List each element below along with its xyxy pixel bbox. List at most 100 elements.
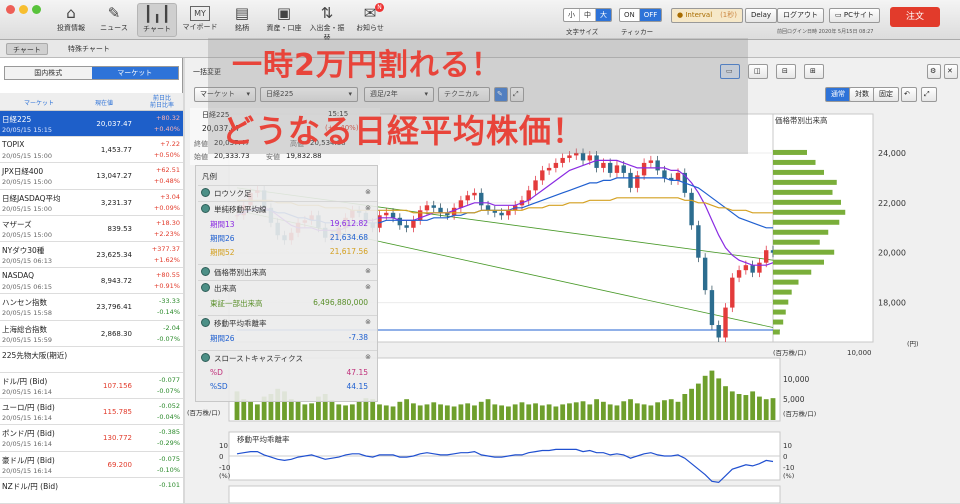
volume-bar	[695, 383, 701, 420]
market-row[interactable]: NYダウ30種 20/05/15 06:13 23,625.34 +377.37 +1.…	[0, 242, 183, 269]
candle-body	[601, 162, 606, 168]
toolbar-stock-button[interactable]: ▤ 銘柄	[222, 3, 262, 37]
visibility-icon[interactable]	[201, 267, 210, 276]
market-row-price: 2,868.30	[100, 329, 132, 338]
order-button[interactable]: 注文	[890, 7, 940, 27]
legend-item-candles[interactable]: ロウソク足 ⊗	[198, 185, 377, 198]
market-row[interactable]: 豪ドル/円 (Bid) 20/05/15 16:14 69.200 -0.075 -0.…	[0, 451, 183, 478]
visibility-icon[interactable]	[201, 318, 210, 327]
deviation-tick-label: 0	[219, 453, 223, 461]
market-row-change: -2.04	[163, 323, 180, 332]
volume-bar	[336, 404, 342, 420]
ticker-on[interactable]: ON	[620, 9, 640, 21]
close-icon[interactable]: ⊗	[365, 318, 371, 326]
tab-special-chart[interactable]: 特殊チャート	[62, 43, 116, 55]
tab-chart[interactable]: チャート	[6, 43, 48, 55]
market-row[interactable]: 日経JASDAQ平均 20/05/15 15:00 3,231.37 +3.04 +0.…	[0, 189, 183, 216]
legend-key: 期間26	[210, 334, 235, 343]
toolbar-invest-info-button[interactable]: ⌂ 投資情報	[51, 3, 91, 37]
market-row-percent: +0.48%	[153, 177, 180, 186]
market-row[interactable]: NASDAQ 20/05/15 06:15 8,943.72 +80.55 +0.91%	[0, 268, 183, 295]
volume-profile-bar	[773, 159, 816, 165]
candle-body	[397, 217, 403, 226]
legend-item-deviation[interactable]: 移動平均乖離率 ⊗	[198, 315, 377, 328]
market-row[interactable]: ポンド/円 (Bid) 20/05/15 16:14 130.772 -0.385 -0…	[0, 425, 183, 452]
candle-body	[675, 172, 681, 181]
toolbar-button-label: マイボード	[182, 23, 218, 31]
volume-bar	[587, 404, 593, 420]
tab-domestic-stock[interactable]: 国内株式	[5, 67, 92, 79]
visibility-icon[interactable]	[201, 188, 210, 197]
candle-body	[709, 290, 715, 326]
market-row[interactable]: ドル/円 (Bid) 20/05/15 16:14 107.156 -0.077 -0.…	[0, 373, 183, 400]
volume-bar	[356, 401, 362, 420]
candle-body	[384, 212, 389, 216]
font-size-medium[interactable]: 中	[580, 9, 596, 21]
market-row[interactable]: TOPIX 20/05/15 15:00 1,453.77 +7.22 +0.50%	[0, 137, 183, 164]
delay-button[interactable]: Delay	[745, 8, 778, 23]
app-toolbar: ⌂ 投資情報 ✎ ニュース ┃╻┃ チャート MY マイボード ▤ 銘柄 ▣ 資…	[0, 0, 960, 42]
headline-line2: どうなる日経平均株価！	[222, 112, 586, 150]
candle-body	[560, 157, 565, 163]
market-row[interactable]: JPX日経400 20/05/15 15:00 13,047.27 +62.51 +0.…	[0, 163, 183, 190]
minimize-window-button[interactable]	[19, 5, 28, 14]
close-icon[interactable]: ⊗	[365, 283, 371, 291]
candle-body	[662, 170, 667, 178]
volume-bar	[546, 404, 552, 420]
close-icon[interactable]: ⊗	[365, 267, 371, 275]
toolbar-notice-button[interactable]: ✉ N お知らせ	[350, 3, 390, 37]
legend-item-sma[interactable]: 単純移動平均線 ⊗	[198, 201, 377, 214]
toolbar-chart-button[interactable]: ┃╻┃ チャート	[137, 3, 177, 37]
font-size-small[interactable]: 小	[564, 9, 580, 21]
market-row[interactable]: ユーロ/円 (Bid) 20/05/15 16:14 115.785 -0.052 -0…	[0, 399, 183, 426]
volume-bar	[689, 388, 694, 420]
legend-item-volume-profile[interactable]: 価格帯別出来高 ⊗	[198, 264, 377, 277]
zoom-window-button[interactable]	[32, 5, 41, 14]
ticker-off[interactable]: OFF	[639, 9, 662, 21]
volume-profile-bar	[773, 149, 807, 155]
legend-panel: 凡例 ロウソク足 ⊗ 単純移動平均線 ⊗ 期間13 19,612.82 期間26 21,…	[195, 165, 378, 402]
visibility-icon[interactable]	[201, 353, 210, 362]
toolbar-transfer-button[interactable]: ⇅ 入出金・振替	[307, 3, 347, 42]
market-row[interactable]: ハンセン指数 20/05/15 15:58 23,796.41 -33.33 -0.14…	[0, 294, 183, 321]
volume-profile-unit: (百万株/口)	[773, 348, 806, 357]
market-row[interactable]: 日経225 20/05/15 15:15 20,037.47 +80.32 +0.40%	[0, 111, 183, 138]
visibility-icon[interactable]	[201, 204, 210, 213]
chart-icon: ┃╻┃	[143, 5, 171, 23]
market-row[interactable]: NZドル/円 (Bid) -0.101	[0, 477, 183, 504]
font-size-large[interactable]: 大	[596, 9, 611, 21]
logout-button[interactable]: ログアウト	[777, 8, 824, 23]
legend-item-stochastic[interactable]: スローストキャスティクス ⊗	[198, 350, 377, 363]
volume-profile-bar	[773, 209, 846, 215]
candle-body	[404, 225, 409, 228]
market-row[interactable]: マザーズ 20/05/15 15:00 839.53 +18.30 +2.23%	[0, 215, 183, 242]
market-row[interactable]: 225先物大阪(期近)	[0, 346, 183, 373]
toolbar-news-button[interactable]: ✎ ニュース	[94, 3, 134, 37]
close-window-button[interactable]	[6, 5, 15, 14]
candle-body	[411, 220, 416, 228]
candle-body	[723, 307, 728, 338]
market-row-change: -0.075	[159, 454, 180, 463]
close-icon[interactable]: ⊗	[365, 353, 371, 361]
y-tick-label: 24,000	[878, 149, 906, 158]
toolbar-myboard-button[interactable]: MY マイボード	[180, 3, 220, 37]
market-row-change: -33.33	[159, 297, 180, 306]
volume-bar	[505, 406, 511, 420]
headline-line1: 一時2万円割れる！	[232, 48, 502, 83]
close-icon[interactable]: ⊗	[365, 204, 371, 212]
candle-body	[472, 192, 477, 196]
market-row-price: 13,047.27	[96, 172, 132, 181]
close-icon[interactable]: ⊗	[365, 188, 371, 196]
visibility-icon[interactable]	[201, 283, 210, 292]
font-size-selector: 小 中 大	[563, 8, 612, 22]
market-row[interactable]: 上海総合指数 20/05/15 15:59 2,868.30 -2.04 -0.07%	[0, 320, 183, 347]
pc-site-button[interactable]: ▭ PCサイト	[829, 8, 880, 23]
volume-bar	[288, 399, 294, 420]
toolbar-assets-button[interactable]: ▣ 資産・口座	[264, 3, 304, 37]
volume-bar	[594, 399, 599, 420]
interval-button[interactable]: ● Interval (1秒)	[671, 8, 743, 23]
legend-item-volume[interactable]: 出来高 ⊗	[198, 280, 377, 293]
volume-profile-bar	[773, 239, 820, 245]
tab-market[interactable]: マーケット	[91, 67, 178, 79]
volume-bar	[641, 404, 647, 420]
